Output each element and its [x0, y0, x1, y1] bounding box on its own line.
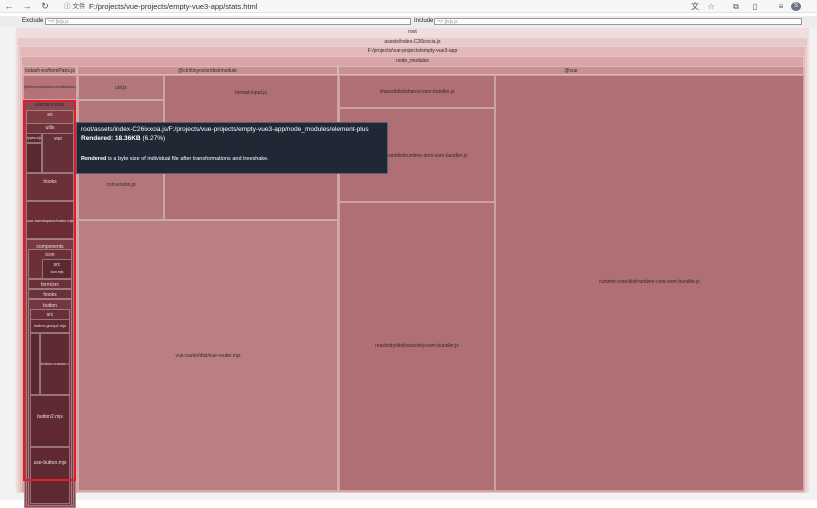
node-label: @ctrl/tinycolor/dist/module	[178, 68, 237, 74]
node-label: F:/projects/vue-projects/empty-vue3-app	[367, 48, 458, 54]
node-label: reactivity/dist/reactivity.esm-bundler.j…	[375, 343, 459, 349]
tooltip-rendered-value: 18.36KB	[114, 135, 141, 142]
filter-bar: Exclude **/*.[hi]s.js Include **/*.[hi]s…	[0, 16, 817, 27]
node-label: format-input.js	[235, 90, 267, 96]
treemap-node-tinycolor[interactable]: @ctrl/tinycolor/dist/module	[77, 66, 338, 75]
selection-highlight	[23, 100, 76, 481]
node-label: lodash-es/fromPairs.js	[25, 68, 75, 74]
site-info-button[interactable]: ⓘ 文件	[64, 1, 85, 12]
exclude-input[interactable]: **/*.[hi]s.js	[45, 18, 411, 25]
security-label: 文件	[72, 3, 86, 10]
forward-icon[interactable]: →	[21, 1, 33, 12]
node-label: util.js	[115, 85, 127, 91]
node-label: assets/index-C26ixxcia.js	[384, 39, 441, 45]
node-label: @element-plus/icons-vue/dist/index.js	[24, 85, 76, 89]
node-label: runtime-core/dist/runtime-core.esm-bundl…	[599, 279, 700, 285]
treemap-node-util[interactable]: util.js	[78, 75, 164, 100]
extensions-icon[interactable]: ⧉	[730, 1, 742, 12]
bookmark-star-icon[interactable]: ☆	[705, 1, 717, 12]
node-label: root	[408, 29, 417, 35]
treemap-node-vue[interactable]: @vue	[338, 66, 804, 75]
treemap-node-vue-router[interactable]: vue-router/dist/vue-router.mjs	[78, 220, 338, 491]
node-label: node_modules	[396, 58, 429, 64]
node-label: @vue	[564, 68, 578, 74]
reload-icon[interactable]: ↻	[39, 1, 51, 12]
node-label: conversion.js	[106, 182, 136, 188]
tooltip: root/assets/index-C26ixxcia.js/F:/projec…	[76, 122, 388, 174]
exclude-label: Exclude	[22, 18, 44, 24]
node-label: shared/dist/shared.esm-bundler.js	[379, 89, 455, 95]
treemap-node-reactivity[interactable]: reactivity/dist/reactivity.esm-bundler.j…	[339, 202, 495, 491]
tooltip-path: root/assets/index-C26ixxcia.js/F:/projec…	[81, 126, 369, 133]
tooltip-rendered-label: Rendered:	[81, 135, 114, 142]
tooltip-note-text: is a byte size of individual file after …	[107, 156, 269, 162]
include-label: Include	[414, 18, 434, 24]
avatar[interactable]: S	[791, 2, 801, 11]
tooltip-note: Rendered is a byte size of individual fi…	[81, 156, 383, 162]
treemap-node-lodash[interactable]: lodash-es/fromPairs.js	[23, 66, 77, 75]
address-bar[interactable]: F:/projects/vue-projects/empty-vue3-app/…	[89, 0, 257, 13]
translate-icon[interactable]: 文	[689, 1, 701, 12]
treemap-node-ep-icons[interactable]: @element-plus/icons-vue/dist/index.js	[23, 75, 77, 100]
browser-toolbar: ← → ↻ ⓘ 文件 F:/projects/vue-projects/empt…	[0, 0, 817, 13]
include-input[interactable]: **/*.[hi]s.js	[434, 18, 802, 25]
treemap: root assets/index-C26ixxcia.js F:/projec…	[0, 27, 817, 508]
tooltip-note-bold: Rendered	[81, 156, 107, 162]
treemap-node-runtime-core[interactable]: runtime-core/dist/runtime-core.esm-bundl…	[495, 75, 804, 491]
treemap-node-shared[interactable]: shared/dist/shared.esm-bundler.js	[339, 75, 495, 108]
tooltip-rendered: Rendered: 18.36KB (6.27%)	[81, 135, 383, 142]
back-icon[interactable]: ←	[3, 1, 15, 12]
reading-list-icon[interactable]: ≡	[775, 1, 787, 12]
tooltip-rendered-percent: (6.27%)	[142, 135, 166, 142]
node-label: vue-router/dist/vue-router.mjs	[175, 353, 241, 359]
split-screen-icon[interactable]: ▯	[749, 1, 761, 12]
